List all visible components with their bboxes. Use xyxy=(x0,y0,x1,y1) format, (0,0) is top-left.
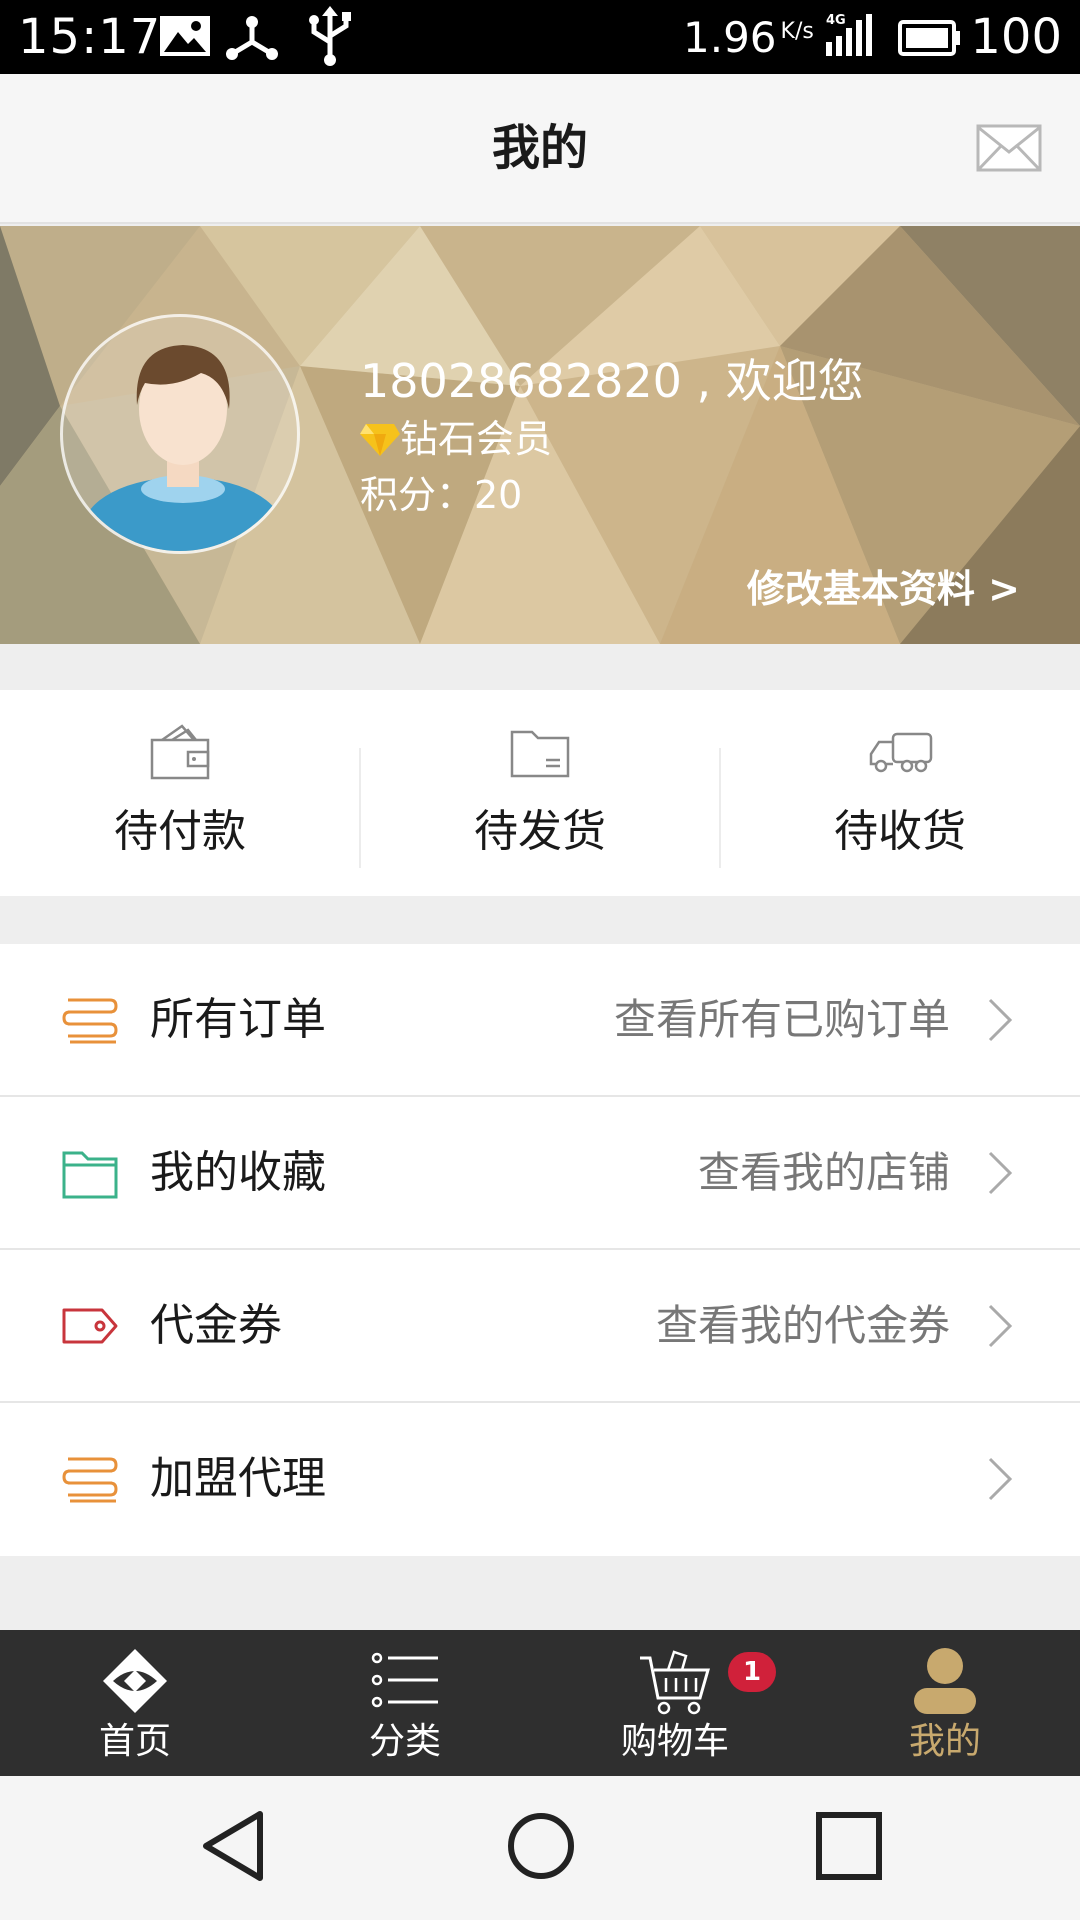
folder-icon xyxy=(62,1151,118,1199)
order-pending-payment[interactable]: 待付款 xyxy=(0,690,360,896)
back-icon[interactable] xyxy=(200,1810,266,1882)
network-speed: 1.96 K/s xyxy=(683,10,814,74)
menu-item-label: 代金券 xyxy=(150,1300,282,1351)
nav-category[interactable]: 分类 xyxy=(270,1630,540,1776)
network-type: 4G xyxy=(826,13,846,28)
menu-item-vouchers[interactable]: 代金券 查看我的代金券 xyxy=(0,1250,1080,1403)
menu-item-label: 加盟代理 xyxy=(150,1453,326,1504)
menu-item-hint: 查看我的代金券 xyxy=(655,1301,950,1350)
nav-cart[interactable]: 购物车 xyxy=(540,1630,810,1776)
avatar-icon xyxy=(83,345,283,551)
status-time: 15:17 xyxy=(18,9,162,65)
usb-icon xyxy=(309,6,351,66)
nav-label: 分类 xyxy=(368,1721,441,1762)
welcome-text: 18028682820 , 欢迎您 xyxy=(360,354,864,408)
orders-icon xyxy=(62,998,118,1044)
nav-label: 首页 xyxy=(98,1721,171,1762)
page-header: 我的 xyxy=(0,74,1080,224)
signal-icon: 4G xyxy=(826,13,872,56)
battery-icon xyxy=(898,20,960,56)
franchise-icon xyxy=(62,1457,118,1503)
nav-label: 购物车 xyxy=(620,1721,729,1762)
chevron-right-icon xyxy=(988,1304,1013,1348)
nav-mine[interactable]: 我的 xyxy=(810,1630,1080,1776)
nav-home[interactable]: 首页 xyxy=(0,1630,270,1776)
profile-banner: 18028682820 , 欢迎您 钻石会员 积分：20 修改基本资料 > xyxy=(0,226,1080,644)
system-nav-bar xyxy=(0,1776,1080,1920)
menu-item-label: 所有订单 xyxy=(150,994,326,1045)
menu-list: 所有订单 查看所有已购订单 我的收藏 查看我的店铺 代金券 查看我的代金券 加盟… xyxy=(0,944,1080,1556)
diamond-icon xyxy=(360,424,400,456)
order-pending-shipment-label: 待发货 xyxy=(474,806,606,857)
order-pending-receipt[interactable]: 待收货 xyxy=(720,690,1080,896)
user-icon xyxy=(810,1646,1080,1722)
avatar[interactable] xyxy=(60,314,300,554)
wallet-icon xyxy=(0,720,360,790)
share-hub-icon xyxy=(226,16,278,60)
tag-icon xyxy=(62,1308,118,1344)
menu-item-hint: 查看所有已购订单 xyxy=(613,995,950,1044)
member-level: 钻石会员 xyxy=(360,416,552,462)
menu-item-label: 我的收藏 xyxy=(150,1147,326,1198)
home-icon xyxy=(0,1646,270,1722)
order-pending-payment-label: 待付款 xyxy=(114,806,246,857)
folder-icon xyxy=(360,720,720,790)
order-pending-receipt-label: 待收货 xyxy=(834,806,966,857)
edit-profile-link[interactable]: 修改基本资料 > xyxy=(747,566,1020,612)
speed-unit: K/s xyxy=(780,19,814,44)
menu-item-franchise[interactable]: 加盟代理 xyxy=(0,1403,1080,1556)
menu-item-favorites[interactable]: 我的收藏 查看我的店铺 xyxy=(0,1097,1080,1250)
home-circle-icon[interactable] xyxy=(506,1810,576,1882)
truck-icon xyxy=(720,720,1080,790)
menu-item-hint: 查看我的店铺 xyxy=(697,1148,950,1197)
nav-label: 我的 xyxy=(908,1721,981,1762)
points-text: 积分：20 xyxy=(360,473,523,517)
cart-badge: 1 xyxy=(728,1652,776,1692)
order-pending-shipment[interactable]: 待发货 xyxy=(360,690,720,896)
chevron-right-icon xyxy=(988,1457,1013,1501)
list-icon xyxy=(270,1646,540,1722)
battery-percent: 100 xyxy=(970,9,1062,65)
bottom-nav: 首页 分类 购物车 1 我的 xyxy=(0,1630,1080,1776)
mail-icon[interactable] xyxy=(976,124,1042,172)
page-title: 我的 xyxy=(491,120,588,176)
speed-value: 1.96 xyxy=(683,13,777,62)
member-level-text: 钻石会员 xyxy=(400,417,553,461)
order-status-bar: 待付款 待发货 待收货 xyxy=(0,690,1080,896)
chevron-right-icon xyxy=(988,1151,1013,1195)
menu-item-all-orders[interactable]: 所有订单 查看所有已购订单 xyxy=(0,944,1080,1097)
image-icon xyxy=(160,16,210,56)
recents-icon[interactable] xyxy=(814,1810,884,1882)
chevron-right-icon xyxy=(988,998,1013,1042)
status-bar: 15:17 1.96 K/s 4G 100 xyxy=(0,0,1080,74)
